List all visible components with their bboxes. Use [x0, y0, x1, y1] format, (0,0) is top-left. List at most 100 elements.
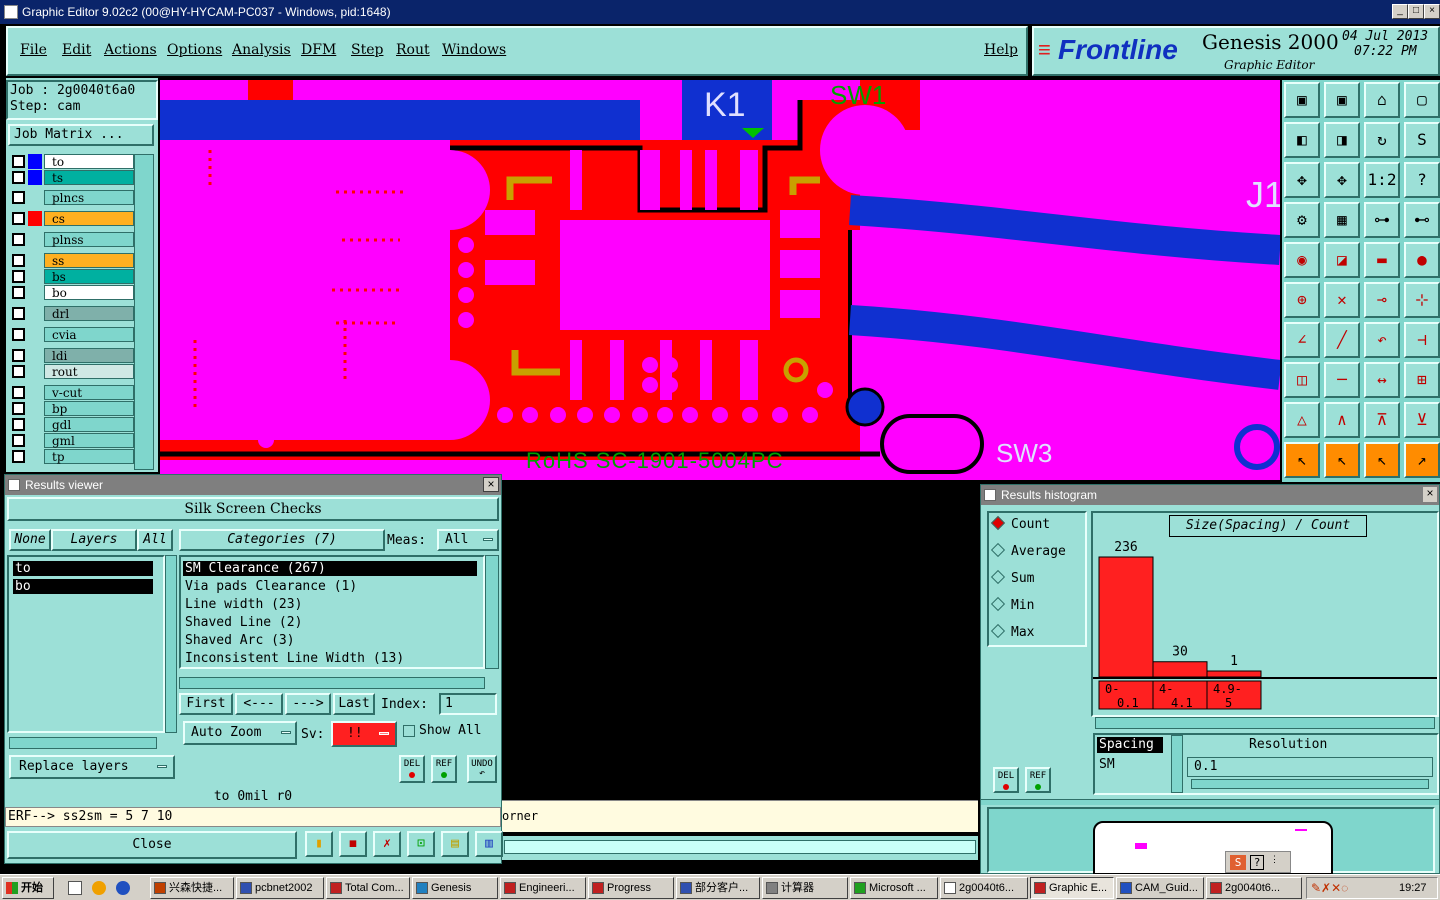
resolution-slider[interactable] — [1191, 779, 1429, 789]
tool-button-39-icon[interactable]: ↖ — [1364, 442, 1400, 478]
layer-row-ss[interactable]: ss — [12, 253, 134, 268]
ie-icon[interactable] — [116, 881, 130, 895]
tool-button-27-icon[interactable]: ↶ — [1364, 322, 1400, 358]
layer-row-to[interactable]: to — [12, 154, 134, 169]
mode-max[interactable]: Max — [990, 623, 1034, 640]
layer-checkbox[interactable] — [12, 349, 25, 362]
close-button[interactable]: Close — [7, 831, 297, 859]
tool-button-34-icon[interactable]: ∧ — [1324, 402, 1360, 438]
tray-icons[interactable]: ✎✗✕◌ — [1311, 881, 1348, 895]
layer-row-bs[interactable]: bs — [12, 269, 134, 284]
taskbar-task[interactable]: Graphic E... — [1030, 877, 1114, 899]
layer-checkbox[interactable] — [12, 402, 25, 415]
histogram-bar[interactable] — [1152, 661, 1208, 678]
result-tool-3-icon[interactable]: ✗ — [373, 831, 401, 857]
layers-button[interactable]: Layers — [51, 529, 137, 551]
tool-button-28-icon[interactable]: ⊣ — [1404, 322, 1440, 358]
layer-name[interactable]: bs — [44, 269, 134, 284]
tool-button-31-icon[interactable]: ↔ — [1364, 362, 1400, 398]
category-item[interactable]: Shaved Line (2) — [183, 615, 302, 630]
show-all-checkbox[interactable] — [403, 725, 415, 737]
histogram-bar[interactable] — [1206, 670, 1262, 678]
category-item[interactable]: Line width (23) — [183, 597, 302, 612]
tool-button-10-icon[interactable]: ✥ — [1324, 162, 1360, 198]
category-scrollbar[interactable] — [485, 555, 499, 669]
tool-button-37-icon[interactable]: ↖ — [1284, 442, 1320, 478]
first-button[interactable]: First — [179, 693, 233, 715]
index-input[interactable]: 1 — [439, 693, 497, 715]
layer-row-cs[interactable]: cs — [12, 211, 134, 226]
taskbar-task[interactable]: 2g0040t6... — [940, 877, 1028, 899]
close-window-button[interactable]: × — [1424, 4, 1440, 19]
tool-button-30-icon[interactable]: ─ — [1324, 362, 1360, 398]
layer-name[interactable]: plncs — [44, 190, 134, 205]
layer-checkbox[interactable] — [12, 286, 25, 299]
layer-checkbox[interactable] — [12, 155, 25, 168]
layer-result-item[interactable]: bo — [13, 579, 153, 594]
maximize-button[interactable]: □ — [1408, 4, 1424, 19]
layer-row-bo[interactable]: bo — [12, 285, 134, 300]
tool-button-38-icon[interactable]: ↖ — [1324, 442, 1360, 478]
taskbar-task[interactable]: 兴森快捷... — [150, 877, 234, 899]
taskbar-task[interactable]: 计算器 — [762, 877, 848, 899]
menu-help[interactable]: Help — [984, 42, 1018, 58]
categories-button[interactable]: Categories (7) — [179, 529, 385, 551]
layer-checkbox[interactable] — [12, 171, 25, 184]
layer-checkbox[interactable] — [12, 418, 25, 431]
tool-button-33-icon[interactable]: △ — [1284, 402, 1320, 438]
layer-checkbox[interactable] — [12, 254, 25, 267]
auto-zoom-select[interactable]: Auto Zoom — [183, 721, 297, 745]
tool-button-25-icon[interactable]: ∠ — [1284, 322, 1320, 358]
quicklaunch-icon[interactable] — [92, 881, 106, 895]
layer-result-item[interactable]: to — [13, 561, 153, 576]
minimize-button[interactable]: _ — [1392, 4, 1408, 19]
layer-checkbox[interactable] — [12, 270, 25, 283]
tool-button-15-icon[interactable]: ⊶ — [1364, 202, 1400, 238]
layer-name[interactable]: cs — [44, 211, 134, 226]
arrows-icon[interactable]: ⋮ — [1270, 855, 1279, 865]
layer-list-hscroll[interactable] — [9, 737, 157, 749]
tool-button-29-icon[interactable]: ◫ — [1284, 362, 1320, 398]
taskbar-task[interactable]: Engineeri... — [500, 877, 586, 899]
mode-sum[interactable]: Sum — [990, 569, 1034, 586]
tool-button-26-icon[interactable]: ╱ — [1324, 322, 1360, 358]
close-icon[interactable]: × — [1423, 487, 1437, 502]
layer-checkbox[interactable] — [12, 434, 25, 447]
result-tool-5-icon[interactable]: ▤ — [441, 831, 469, 857]
tool-button-17-icon[interactable]: ◉ — [1284, 242, 1320, 278]
tool-button-36-icon[interactable]: ⊻ — [1404, 402, 1440, 438]
category-list[interactable]: SM Clearance (267) Via pads Clearance (1… — [179, 555, 485, 669]
taskbar-task[interactable]: pcbnet2002 — [236, 877, 324, 899]
layer-row-drl[interactable]: drl — [12, 306, 134, 321]
tool-button-32-icon[interactable]: ⊞ — [1404, 362, 1440, 398]
layer-name[interactable]: bo — [44, 285, 134, 300]
start-button[interactable]: 开始 — [2, 877, 54, 899]
histogram-hscroll[interactable] — [1095, 717, 1435, 729]
help-icon[interactable]: ? — [1250, 855, 1264, 870]
tool-button-6-icon[interactable]: ◨ — [1324, 122, 1360, 158]
category-item[interactable]: Via pads Clearance (1) — [183, 579, 357, 594]
layer-row-gml[interactable]: gml — [12, 433, 134, 448]
tool-button-7-icon[interactable]: ↻ — [1364, 122, 1400, 158]
job-matrix-button[interactable]: Job Matrix ... — [8, 124, 154, 146]
layer-checkbox[interactable] — [12, 365, 25, 378]
tool-button-35-icon[interactable]: ⊼ — [1364, 402, 1400, 438]
layer-name[interactable]: tp — [44, 449, 134, 464]
mode-min[interactable]: Min — [990, 596, 1034, 613]
layer-row-ts[interactable]: ts — [12, 170, 134, 185]
tool-button-8-icon[interactable]: S — [1404, 122, 1440, 158]
tool-button-20-icon[interactable]: ● — [1404, 242, 1440, 278]
last-button[interactable]: Last — [333, 693, 375, 715]
layer-row-bp[interactable]: bp — [12, 401, 134, 416]
result-tool-4-icon[interactable]: ⊡ — [407, 831, 435, 857]
prev-button[interactable]: <--- — [235, 693, 283, 715]
layer-name[interactable]: drl — [44, 306, 134, 321]
splitter[interactable] — [981, 799, 1439, 805]
taskbar-task[interactable]: CAM_Guid... — [1116, 877, 1204, 899]
taskbar-task[interactable]: Total Com... — [326, 877, 410, 899]
tool-button-22-icon[interactable]: ✕ — [1324, 282, 1360, 318]
tool-button-12-icon[interactable]: ? — [1404, 162, 1440, 198]
result-tool-1-icon[interactable]: ▮ — [305, 831, 333, 857]
layer-name[interactable]: gml — [44, 433, 134, 448]
desktop-icon[interactable] — [68, 881, 82, 895]
